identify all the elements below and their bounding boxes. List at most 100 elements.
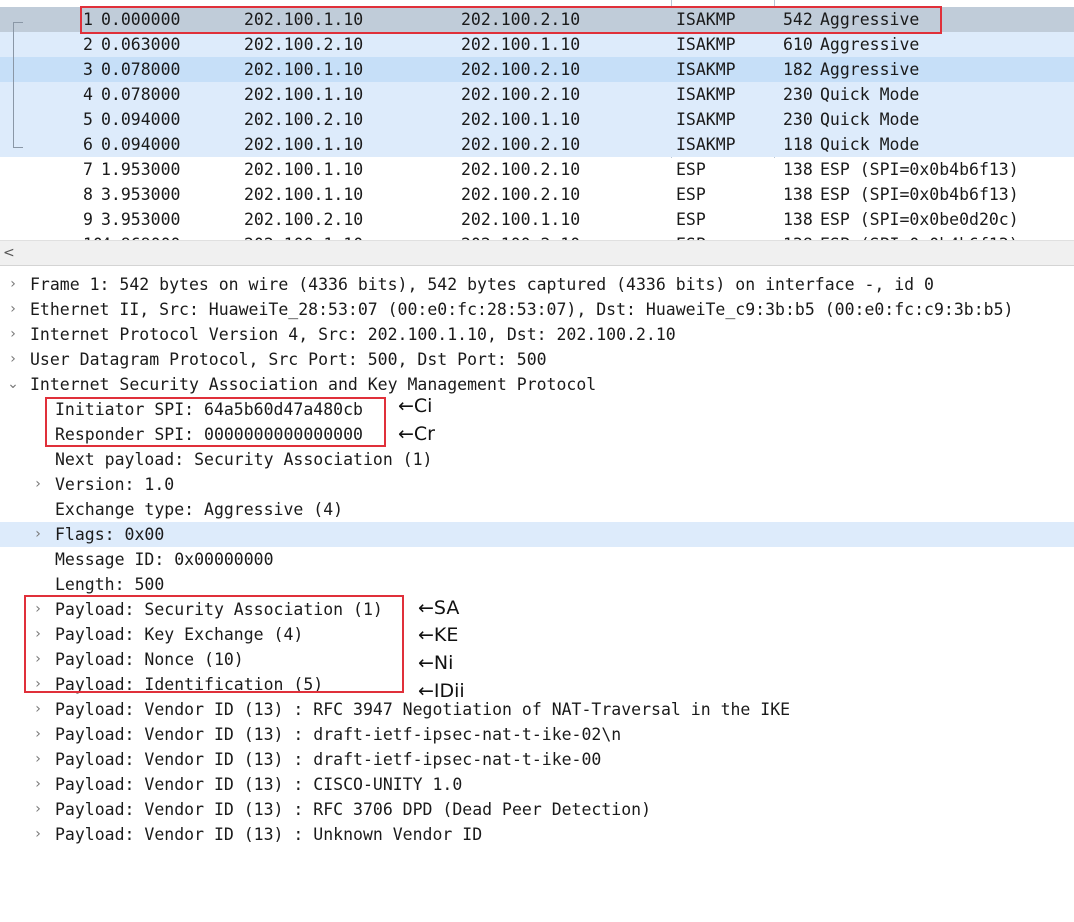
packet-no: 5 [83,110,93,129]
packet-source: 202.100.1.10 [244,160,364,179]
tree-item-label: Ethernet II, Src: HuaweiTe_28:53:07 (00:… [30,300,1014,319]
expand-arrow-icon[interactable]: › [6,297,20,322]
packet-length: 138 [783,185,813,204]
tree-item-frame[interactable]: › Frame 1: 542 bytes on wire (4336 bits)… [0,272,1074,297]
tree-item-length[interactable]: Length: 500 [0,572,1074,597]
annotation-sa: ←SA [418,597,460,619]
packet-time: 0.094000 [101,135,181,154]
tree-item-payload-vendor-id[interactable]: › Payload: Vendor ID (13) : RFC 3947 Neg… [0,697,1074,722]
packet-source: 202.100.2.10 [244,110,364,129]
tree-item-payload-vendor-id[interactable]: › Payload: Vendor ID (13) : CISCO-UNITY … [0,772,1074,797]
tree-item-version[interactable]: › Version: 1.0 [0,472,1074,497]
tree-item-label: Payload: Vendor ID (13) : draft-ietf-ips… [55,750,602,769]
expand-arrow-icon[interactable]: › [31,722,45,747]
packet-info: ESP (SPI=0x0b4b6f13) [820,232,1019,240]
expand-arrow-icon[interactable]: › [31,522,45,547]
expand-arrow-icon[interactable]: › [31,822,45,847]
packet-destination: 202.100.2.10 [461,160,581,179]
tree-item-next-payload[interactable]: Next payload: Security Association (1) [0,447,1074,472]
packet-protocol: ISAKMP [676,35,736,54]
packet-destination: 202.100.1.10 [461,110,581,129]
packet-info: Quick Mode [820,135,920,154]
expand-arrow-icon[interactable]: › [6,347,20,372]
packet-row[interactable]: 10 4.969000 202.100.1.10 202.100.2.10 ES… [0,232,1074,240]
packet-row[interactable]: 3 0.078000 202.100.1.10 202.100.2.10 ISA… [0,57,1074,82]
annotation-cr: ←Cr [398,423,435,445]
horizontal-scrollbar[interactable]: < [0,240,1074,266]
tree-item-message-id[interactable]: Message ID: 0x00000000 [0,547,1074,572]
packet-row[interactable]: 6 0.094000 202.100.1.10 202.100.2.10 ISA… [0,132,1074,157]
packet-protocol: ISAKMP [676,110,736,129]
packet-length: 118 [783,135,813,154]
packet-protocol: ISAKMP [676,85,736,104]
packet-destination: 202.100.2.10 [461,85,581,104]
packet-length: 138 [783,210,813,229]
packet-info: Quick Mode [820,85,920,104]
highlight-box-packet-1 [80,6,942,34]
expand-arrow-icon[interactable]: › [31,797,45,822]
packet-row[interactable]: 5 0.094000 202.100.2.10 202.100.1.10 ISA… [0,107,1074,132]
packet-length: 182 [783,60,813,79]
packet-info: ESP (SPI=0x0b4b6f13) [820,160,1019,179]
packet-row[interactable]: 2 0.063000 202.100.2.10 202.100.1.10 ISA… [0,32,1074,57]
tree-item-label: Internet Security Association and Key Ma… [30,375,597,394]
expand-arrow-icon[interactable]: › [31,472,45,497]
annotation-ke: ←KE [418,624,459,646]
packet-list[interactable]: 1 0.000000 202.100.1.10 202.100.2.10 ISA… [0,0,1074,240]
packet-length: 138 [783,160,813,179]
packet-protocol: ESP [676,210,706,229]
annotation-ni: ←Ni [418,652,454,674]
packet-no: 2 [83,35,93,54]
packet-row[interactable]: 8 3.953000 202.100.1.10 202.100.2.10 ESP… [0,182,1074,207]
packet-protocol: ISAKMP [676,135,736,154]
packet-destination: 202.100.2.10 [461,60,581,79]
scroll-left-icon[interactable]: < [3,244,15,262]
packet-protocol: ESP [676,185,706,204]
packet-protocol: ESP [676,160,706,179]
tree-item-label: Next payload: Security Association (1) [55,450,433,469]
packet-info: ESP (SPI=0x0b4b6f13) [820,185,1019,204]
packet-protocol: ESP [676,232,706,240]
tree-item-payload-vendor-id[interactable]: › Payload: Vendor ID (13) : draft-ietf-i… [0,722,1074,747]
packet-destination: 202.100.1.10 [461,210,581,229]
packet-source: 202.100.1.10 [244,60,364,79]
expand-arrow-icon[interactable]: › [31,772,45,797]
packet-row[interactable]: 9 3.953000 202.100.2.10 202.100.1.10 ESP… [0,207,1074,232]
packet-time: 0.094000 [101,110,181,129]
tree-item-label: Payload: Vendor ID (13) : draft-ietf-ips… [55,725,622,744]
packet-length: 230 [783,85,813,104]
packet-details-tree[interactable]: › Frame 1: 542 bytes on wire (4336 bits)… [0,270,1074,867]
tree-item-payload-vendor-id[interactable]: › Payload: Vendor ID (13) : Unknown Vend… [0,822,1074,847]
tree-item-label: Payload: Vendor ID (13) : RFC 3706 DPD (… [55,800,652,819]
packet-row[interactable]: 7 1.953000 202.100.1.10 202.100.2.10 ESP… [0,157,1074,182]
tree-item-flags[interactable]: › Flags: 0x00 [0,522,1074,547]
highlight-box-spi [45,397,386,447]
tree-item-ipv4[interactable]: › Internet Protocol Version 4, Src: 202.… [0,322,1074,347]
packet-row[interactable]: 4 0.078000 202.100.1.10 202.100.2.10 ISA… [0,82,1074,107]
packet-time: 0.063000 [101,35,181,54]
expand-arrow-icon[interactable]: › [31,697,45,722]
packet-info: Quick Mode [820,110,920,129]
tree-item-payload-vendor-id[interactable]: › Payload: Vendor ID (13) : RFC 3706 DPD… [0,797,1074,822]
tree-item-payload-vendor-id[interactable]: › Payload: Vendor ID (13) : draft-ietf-i… [0,747,1074,772]
expand-arrow-icon[interactable]: › [6,272,20,297]
tree-item-label: Frame 1: 542 bytes on wire (4336 bits), … [30,275,934,294]
tree-item-label: Length: 500 [55,575,165,594]
tree-item-exchange-type[interactable]: Exchange type: Aggressive (4) [0,497,1074,522]
tree-item-label: Message ID: 0x00000000 [55,550,274,569]
packet-info: Aggressive [820,35,920,54]
collapse-arrow-icon[interactable]: ⌄ [6,372,20,397]
tree-item-isakmp[interactable]: ⌄ Internet Security Association and Key … [0,372,1074,397]
tree-item-label: Version: 1.0 [55,475,175,494]
tree-item-label: Payload: Vendor ID (13) : Unknown Vendor… [55,825,483,844]
related-packets-bracket [13,22,23,148]
packet-source: 202.100.1.10 [244,185,364,204]
packet-time: 3.953000 [101,210,181,229]
tree-item-udp[interactable]: › User Datagram Protocol, Src Port: 500,… [0,347,1074,372]
expand-arrow-icon[interactable]: › [31,747,45,772]
tree-item-label: Internet Protocol Version 4, Src: 202.10… [30,325,676,344]
tree-item-ethernet[interactable]: › Ethernet II, Src: HuaweiTe_28:53:07 (0… [0,297,1074,322]
packet-time: 4.969000 [101,232,180,240]
expand-arrow-icon[interactable]: › [6,322,20,347]
packet-time: 0.078000 [101,85,181,104]
